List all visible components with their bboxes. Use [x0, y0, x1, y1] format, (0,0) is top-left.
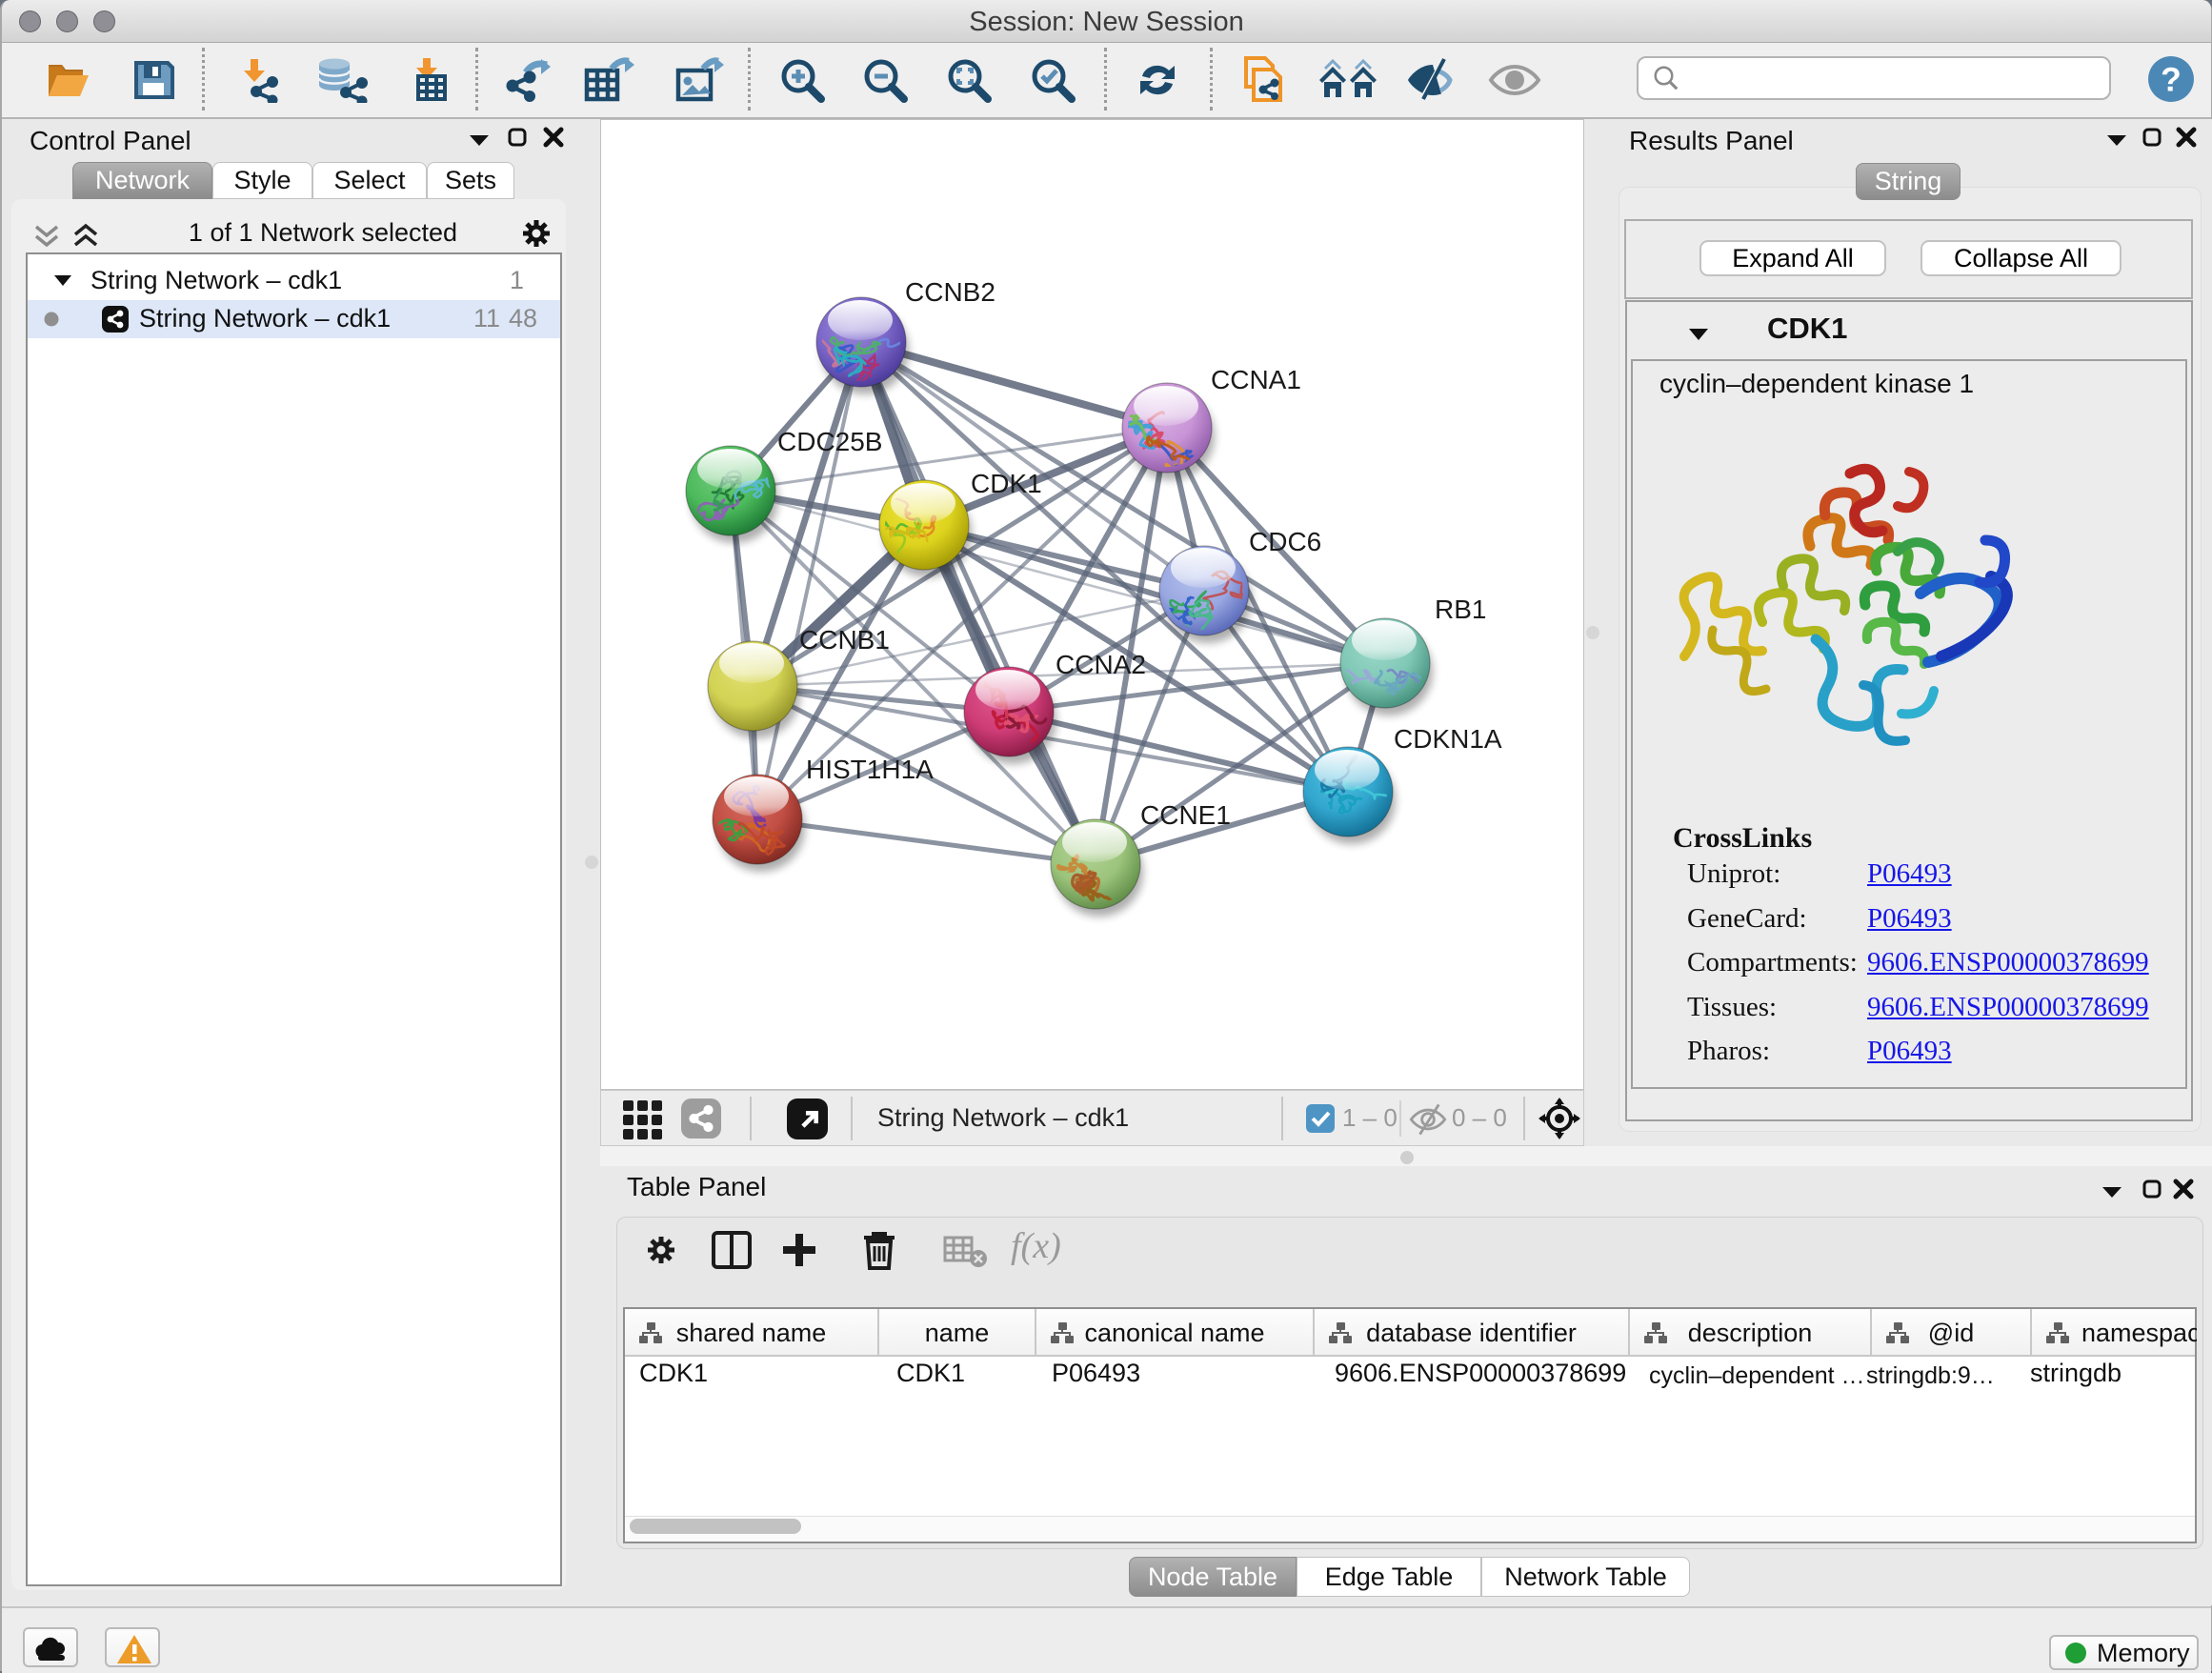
- svg-text:CDC25B: CDC25B: [777, 427, 882, 456]
- svg-text:CDK1: CDK1: [971, 469, 1042, 498]
- svg-text:CDC6: CDC6: [1249, 527, 1321, 556]
- svg-text:?: ?: [2161, 61, 2182, 99]
- svg-text:RB1: RB1: [1435, 595, 1486, 624]
- svg-text:CCNA1: CCNA1: [1211, 365, 1301, 394]
- svg-text:CCNA2: CCNA2: [1056, 650, 1146, 679]
- svg-text:CDKN1A: CDKN1A: [1394, 724, 1502, 754]
- svg-text:HIST1H1A: HIST1H1A: [806, 755, 934, 784]
- svg-text:CCNE1: CCNE1: [1140, 800, 1231, 830]
- svg-text:CCNB1: CCNB1: [799, 625, 890, 655]
- svg-text:CCNB2: CCNB2: [905, 277, 995, 307]
